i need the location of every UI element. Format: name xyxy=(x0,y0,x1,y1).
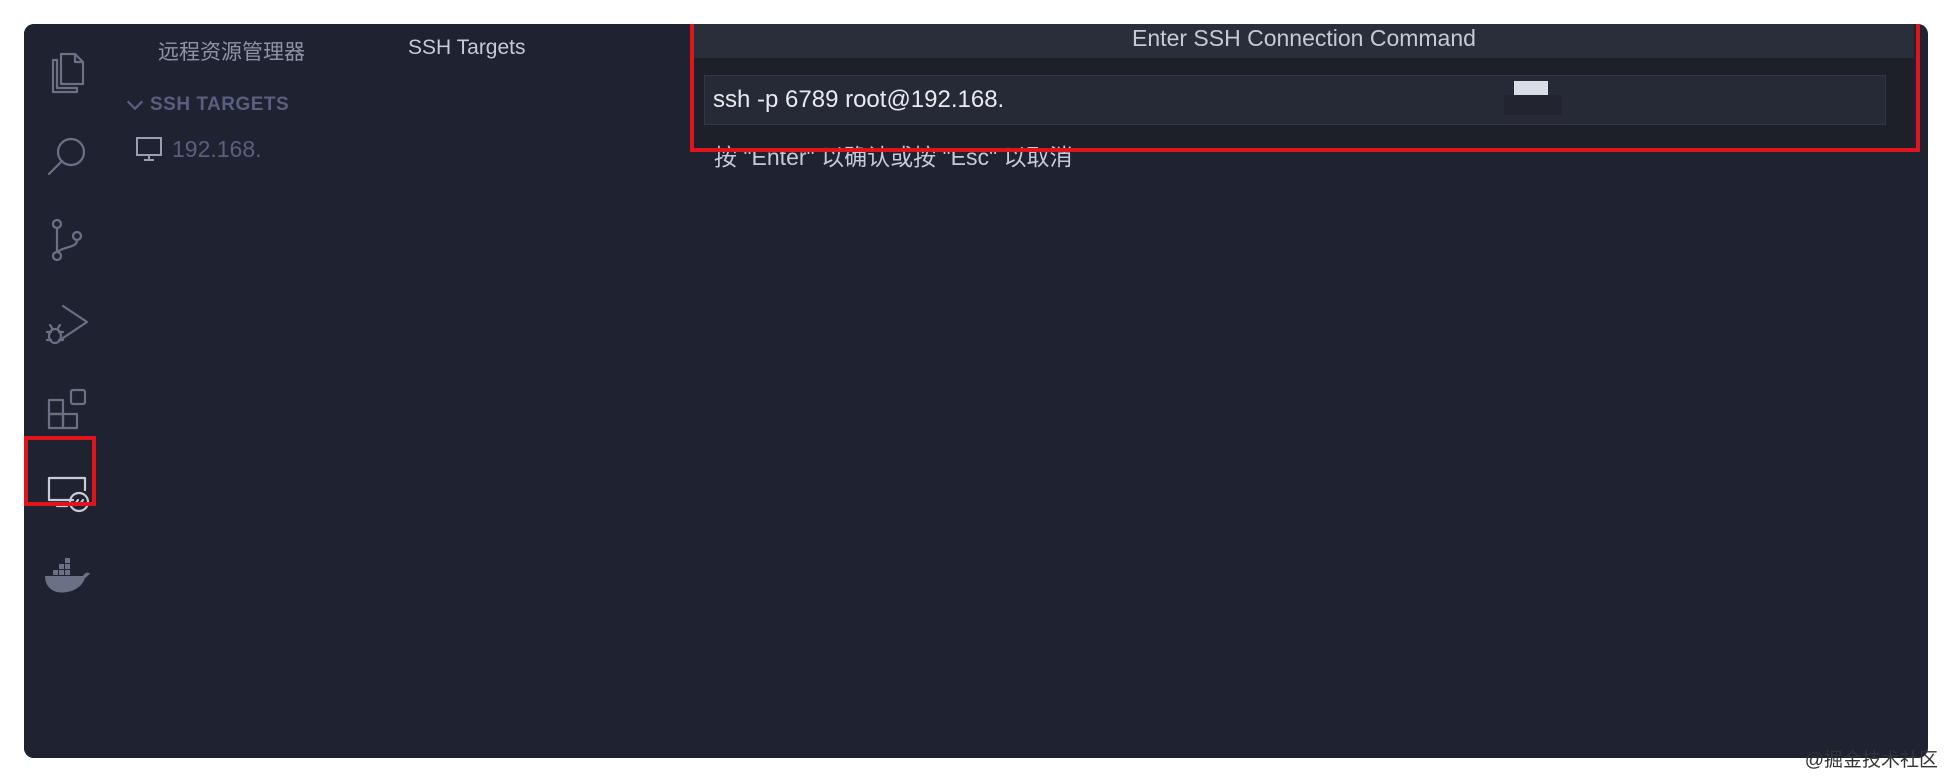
source-control-button[interactable] xyxy=(24,200,110,280)
search-icon xyxy=(47,137,86,176)
tab-remote-explorer[interactable]: 远程资源管理器 xyxy=(158,36,305,66)
explorer-button[interactable] xyxy=(24,32,110,112)
docker-button[interactable] xyxy=(24,536,110,616)
search-button[interactable] xyxy=(24,116,110,196)
quick-input-title: Enter SSH Connection Command xyxy=(694,24,1914,58)
watermark: @掘金技术社区 xyxy=(1804,750,1938,771)
quick-input-widget: Enter SSH Connection Command 按 "Enter" 以… xyxy=(694,24,1914,170)
sidebar: 远程资源管理器 SSH Targets SSH TARGETS 192.168. xyxy=(110,24,690,758)
tab-ssh-targets[interactable]: SSH Targets xyxy=(408,36,526,60)
run-debug-button[interactable] xyxy=(24,284,110,364)
ssh-command-input[interactable] xyxy=(704,75,1886,125)
activity-bar xyxy=(24,24,110,758)
ssh-target-label: 192.168. xyxy=(172,135,262,162)
monitor-icon xyxy=(136,137,162,161)
remote-explorer-button[interactable] xyxy=(24,454,110,534)
chevron-down-icon xyxy=(126,100,144,111)
remote-explorer-icon xyxy=(47,476,90,513)
source-control-icon xyxy=(51,218,83,262)
vscode-window: 远程资源管理器 SSH Targets SSH TARGETS 192.168.… xyxy=(24,24,1928,758)
extensions-icon xyxy=(47,388,87,430)
docker-icon xyxy=(45,558,90,593)
section-title: SSH TARGETS xyxy=(150,94,290,115)
extensions-button[interactable] xyxy=(24,368,110,448)
files-icon xyxy=(51,52,85,94)
ssh-targets-section-header[interactable]: SSH TARGETS xyxy=(124,94,289,116)
redaction-mask xyxy=(1504,81,1562,115)
run-debug-icon xyxy=(45,304,89,345)
ssh-target-item[interactable]: 192.168. xyxy=(134,134,262,164)
quick-input-hint: 按 "Enter" 以确认或按 "Esc" 以取消 xyxy=(714,144,1073,170)
